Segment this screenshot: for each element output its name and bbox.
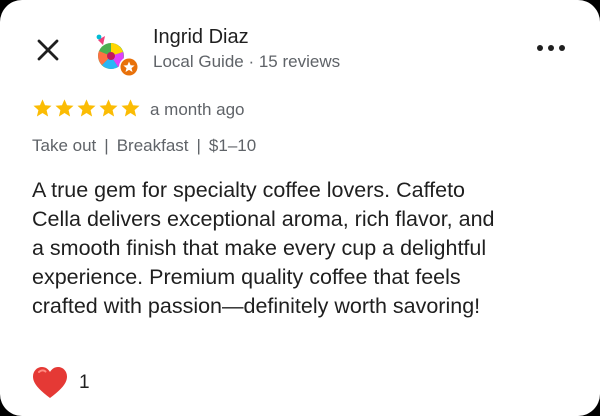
star-icon — [99, 99, 118, 117]
tag-separator: | — [104, 136, 109, 155]
star-icon — [55, 99, 74, 117]
tag-take-out: Take out — [32, 136, 97, 155]
star-icon — [33, 99, 52, 117]
star-icon — [77, 99, 96, 117]
reaction-count: 1 — [79, 372, 90, 393]
star-rating — [32, 98, 141, 119]
local-guide-badge-icon — [119, 57, 139, 77]
tag-breakfast: Breakfast — [116, 136, 189, 155]
review-card: Ingrid Diaz Local Guide · 15 reviews a m… — [0, 0, 600, 416]
review-tags: Take out | Breakfast | $1–10 — [32, 136, 256, 156]
reaction-button[interactable]: 1 — [32, 366, 90, 400]
tag-separator: | — [196, 136, 201, 155]
tag-price: $1–10 — [208, 136, 257, 155]
close-icon[interactable] — [34, 36, 62, 64]
author-name[interactable]: Ingrid Diaz — [153, 26, 249, 49]
avatar[interactable] — [94, 32, 140, 78]
review-text: A true gem for specialty coffee lovers. … — [32, 178, 495, 318]
star-icon — [121, 99, 140, 117]
red-heart-icon — [33, 367, 67, 398]
author-meta: Local Guide · 15 reviews — [153, 52, 341, 71]
review-time: a month ago — [150, 100, 245, 119]
more-horizontal-icon[interactable] — [534, 38, 568, 58]
